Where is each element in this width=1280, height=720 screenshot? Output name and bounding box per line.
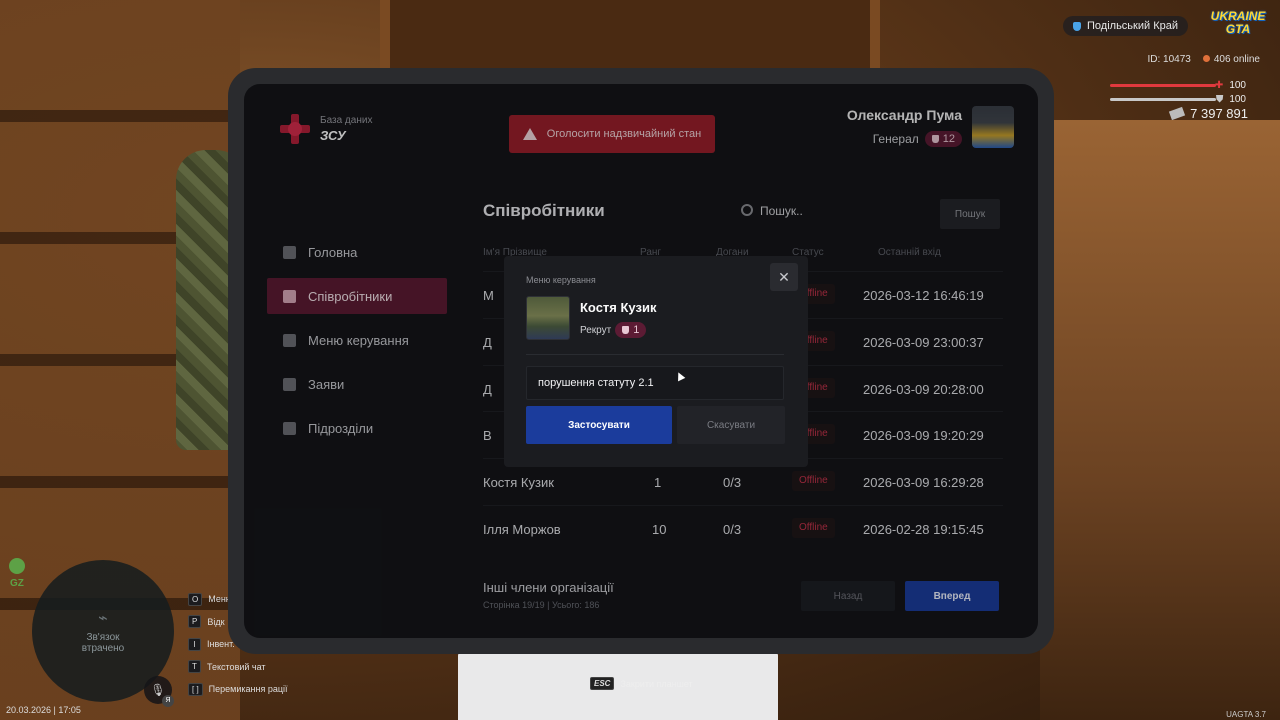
money-display: 7 397 891 bbox=[1169, 106, 1248, 121]
background-door bbox=[380, 0, 880, 70]
cancel-button[interactable]: Скасувати bbox=[677, 406, 785, 444]
apply-button[interactable]: Застосувати bbox=[526, 406, 672, 444]
health-icon: ✚ bbox=[1214, 80, 1224, 91]
keybind-row: [ ] Перемикання рації bbox=[188, 678, 288, 701]
control-menu-modal: Меню керування ✕ Костя Кузик Рекрут 1 За… bbox=[504, 256, 808, 467]
player-info: ID: 10473 406 online bbox=[1147, 54, 1260, 65]
tablet-screen: База даних ЗСУ Оголосити надзвичайний ст… bbox=[244, 84, 1038, 638]
keybind-row: T Текстовий чат bbox=[188, 656, 288, 679]
mic-badge: Я bbox=[162, 695, 174, 707]
player-id: ID: 10473 bbox=[1147, 54, 1191, 65]
tablet: База даних ЗСУ Оголосити надзвичайний ст… bbox=[228, 68, 1054, 654]
rank-badge: 1 bbox=[615, 322, 647, 338]
no-signal-icon: ⌁ bbox=[98, 610, 108, 627]
server-badge: Подільський Край bbox=[1063, 16, 1188, 36]
online-dot-icon bbox=[1202, 55, 1210, 62]
divider bbox=[526, 354, 784, 355]
employee-rank: Рекрут 1 bbox=[580, 322, 647, 338]
health-bar bbox=[1110, 84, 1216, 87]
money-icon bbox=[1169, 106, 1186, 121]
reason-input[interactable] bbox=[526, 366, 784, 400]
close-tablet-hint: ESC Закрити планшет bbox=[590, 677, 693, 690]
game-version: UAGTA 3.7 bbox=[1226, 710, 1266, 719]
map-status: Зв'язок втрачено bbox=[81, 632, 125, 654]
game-logo: UKRAINE GTA bbox=[1210, 9, 1266, 36]
gz-icon bbox=[9, 558, 25, 574]
armor-bar bbox=[1110, 98, 1216, 101]
armor-value: ⛊ 100 bbox=[1215, 94, 1246, 105]
health-value: ✚ 100 bbox=[1214, 80, 1246, 91]
datetime: 20.03.2026 | 17:05 bbox=[6, 705, 81, 715]
employee-name: Костя Кузик bbox=[580, 300, 657, 315]
server-shield-icon bbox=[1073, 21, 1082, 31]
close-icon[interactable]: ✕ bbox=[770, 263, 798, 291]
background-furniture bbox=[1040, 120, 1280, 720]
gz-label: GZ bbox=[10, 578, 24, 589]
armor-icon: ⛊ bbox=[1215, 94, 1224, 105]
employee-avatar bbox=[526, 296, 570, 340]
online-count: 406 online bbox=[1202, 54, 1260, 65]
rank-shield-icon bbox=[622, 326, 630, 334]
modal-title: Меню керування bbox=[526, 275, 596, 285]
server-name: Подільський Край bbox=[1087, 20, 1178, 32]
